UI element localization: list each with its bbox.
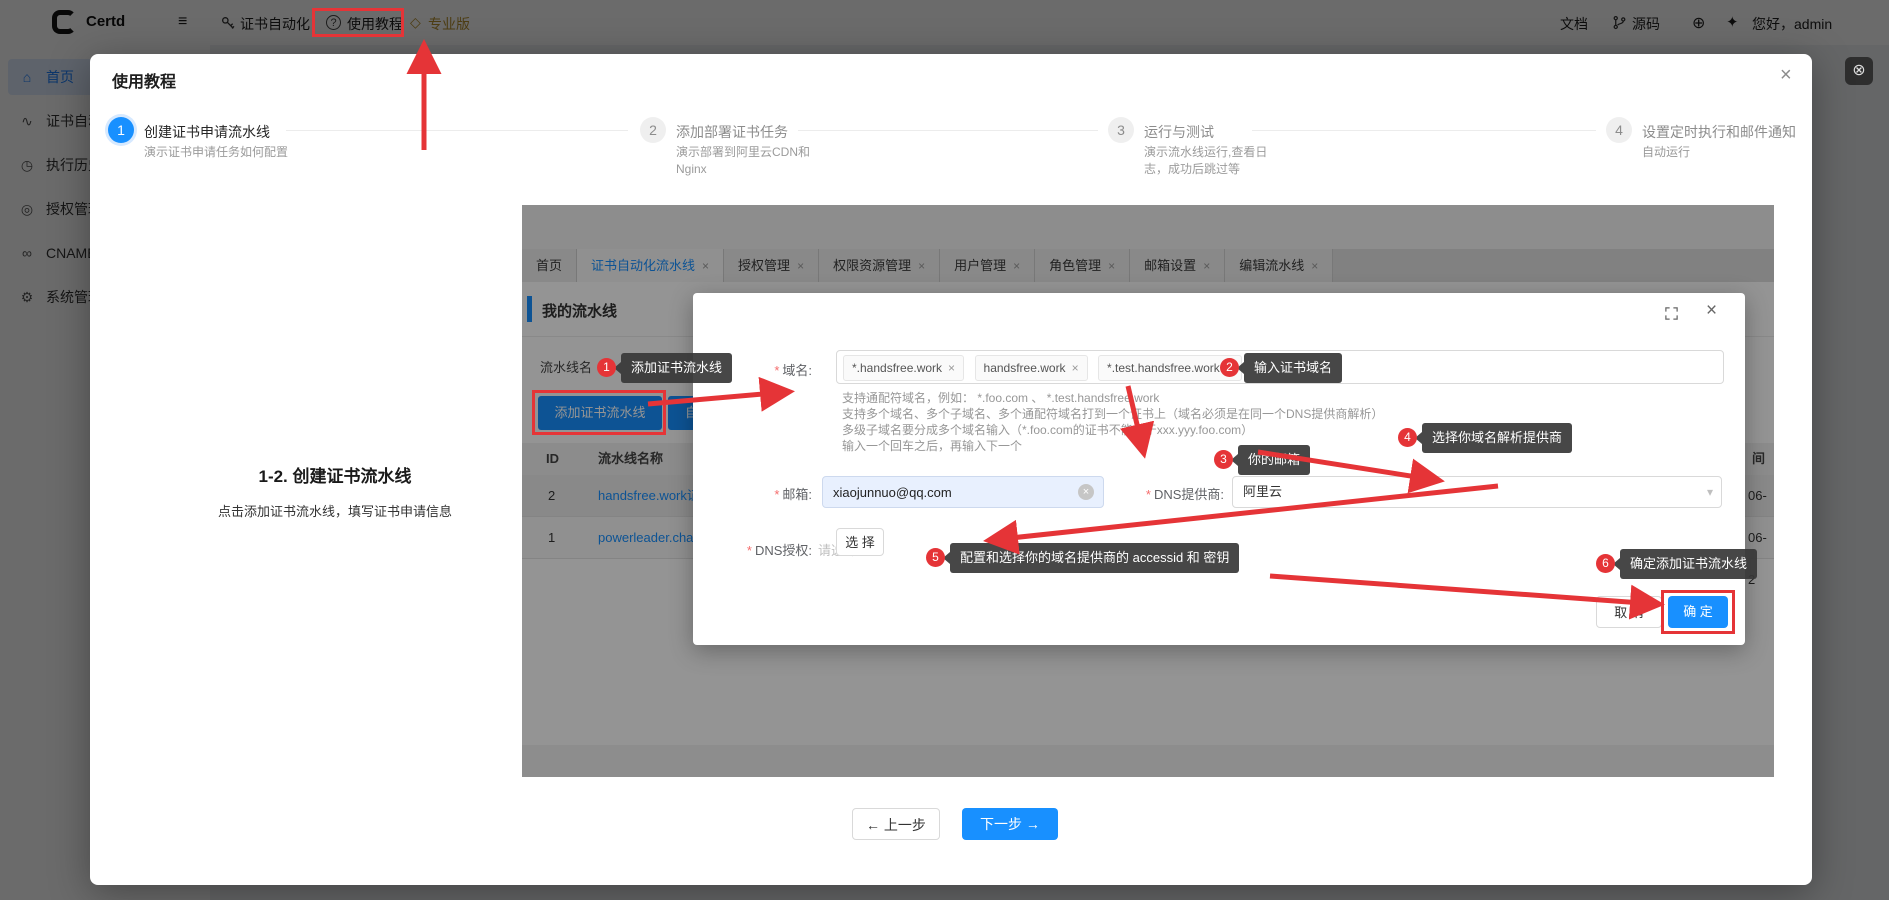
step-4-desc: 自动运行 [1642,144,1792,161]
prev-step-button[interactable]: ← 上一步 [852,808,940,840]
annotation-badge-1: 1 [597,358,616,377]
step-1-title: 创建证书申请流水线 [144,122,270,142]
next-step-button[interactable]: 下一步 → [962,808,1058,840]
step-3-circle: 3 [1108,117,1134,143]
step-connector [286,130,628,131]
annotation-tooltip-1: 添加证书流水线 [621,353,732,383]
annotation-tooltip-4: 选择你域名解析提供商 [1422,423,1572,453]
tutorial-close-icon[interactable]: × [1780,64,1792,87]
required-mark: * [774,363,779,378]
annotation-tooltip-5: 配置和选择你的域名提供商的 accessid 和 密钥 [950,543,1239,573]
annotation-badge-5: 5 [926,548,945,567]
explanation-desc: 点击添加证书流水线，填写证书申请信息 [150,501,520,520]
annotation-tooltip-3: 你的邮箱 [1238,445,1310,475]
cancel-button[interactable]: 取 消 [1596,596,1662,628]
tutorial-title: 使用教程 [112,68,176,92]
step-2-title: 添加部署证书任务 [676,122,788,142]
annotation-badge-2: 2 [1220,358,1239,377]
app-root: Certd ≡ 证书自动化 ? 使用教程 ◇ 专业版 文档 源码 ⊕ ✦ 您好，… [0,0,1889,900]
annotation-tooltip-6: 确定添加证书流水线 [1620,549,1757,579]
label-text: 域名: [782,363,812,378]
domain-help-line: 输入一个回车之后，再输入下一个 [842,438,1022,454]
step-1-circle: 1 [108,117,134,143]
label-text: DNS提供商: [1154,487,1224,502]
clear-input-icon[interactable]: × [1078,484,1094,500]
annotation-badge-4: 4 [1398,428,1417,447]
step-1-desc: 演示证书申请任务如何配置 [144,144,292,161]
dialog-close-icon[interactable]: × [1706,300,1717,322]
select-value: 阿里云 [1233,477,1721,507]
chevron-down-icon: ▾ [1707,477,1713,507]
tag-text: handsfree.work [984,361,1066,375]
required-mark: * [774,487,779,502]
dns-auth-select-button[interactable]: 选 择 [836,528,884,556]
explanation-heading: 1-2. 创建证书流水线 [150,462,520,487]
add-pipeline-dialog [693,293,1745,645]
step-2-desc: 演示部署到阿里云CDN和Nginx [676,144,828,178]
annotation-badge-6: 6 [1596,554,1615,573]
step-connector [1252,130,1596,131]
annotation-tooltip-2: 输入证书域名 [1244,353,1342,383]
required-mark: * [747,543,752,558]
step-connector [798,130,1098,131]
dns-auth-label: *DNS授权: [718,540,812,559]
domain-help-line: 支持多个域名、多个子域名、多个通配符域名打到一个证书上（域名必须是在同一个DNS… [842,406,1383,422]
fullscreen-icon[interactable] [1664,306,1679,326]
highlight-box-confirm-button [1661,590,1735,634]
tag-text: *.test.handsfree.work [1107,361,1220,375]
domain-tag: handsfree.work × [975,355,1088,381]
required-mark: * [1146,487,1151,502]
highlight-box-tutorial-nav [312,8,404,37]
domain-help-line: 多级子域名要分成多个域名输入（*.foo.com的证书不能用于xxx.yyy.f… [842,422,1253,438]
step-3-desc: 演示流水线运行,查看日志，成功后跳过等 [1144,144,1284,178]
tag-remove-icon[interactable]: × [1072,361,1079,375]
step-2-circle: 2 [640,117,666,143]
label-text: 邮箱: [782,487,812,502]
email-label: *邮箱: [724,484,812,503]
dns-provider-select[interactable]: 阿里云 ▾ [1232,476,1722,508]
domain-help-line: 支持通配符域名，例如： *.foo.com 、 *.test.handsfree… [842,390,1159,406]
tag-remove-icon[interactable]: × [948,361,955,375]
email-field[interactable] [822,476,1104,508]
step-4-circle: 4 [1606,117,1632,143]
tag-text: *.handsfree.work [852,361,942,375]
highlight-box-add-button [532,390,666,435]
step-4-title: 设置定时执行和邮件通知 [1642,122,1796,142]
label-text: DNS授权: [755,543,812,558]
tutorial-step-explanation: 1-2. 创建证书流水线 点击添加证书流水线，填写证书申请信息 [150,462,520,520]
annotation-badge-3: 3 [1214,450,1233,469]
close-all-tabs-button[interactable]: ⊗ [1845,57,1873,85]
dns-provider-label: *DNS提供商: [1112,484,1224,503]
domain-label: *域名: [740,360,812,379]
step-3-title: 运行与测试 [1144,122,1214,142]
domain-tag: *.handsfree.work × [843,355,964,381]
